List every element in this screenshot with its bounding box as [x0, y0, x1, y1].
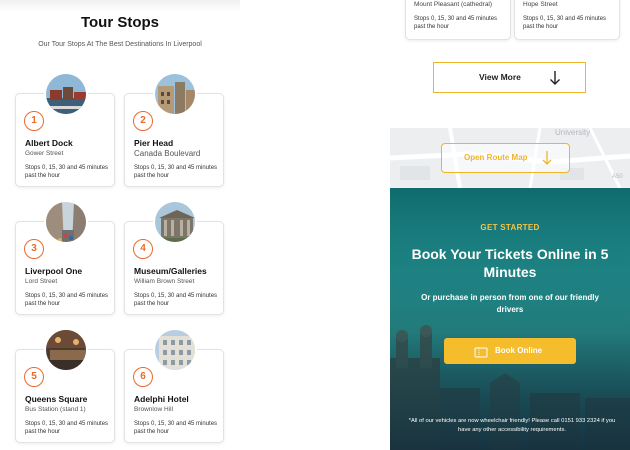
accessibility-note: *All of our vehicles are now wheelchair …	[408, 418, 616, 433]
stop-number-badge: 5	[24, 367, 44, 387]
albert-dock-photo	[44, 72, 88, 116]
hero-kicker: GET STARTED	[480, 223, 540, 232]
stop-name: Museum/Galleries	[134, 266, 207, 276]
stop-name: Liverpool One	[25, 266, 83, 276]
stop-number-badge: 1	[24, 111, 44, 131]
map-label-university: University	[555, 128, 591, 137]
stop-street: Canada Boulevard	[134, 149, 201, 158]
stop-name: Pier Head	[134, 138, 174, 148]
stop-times: Stops 0, 15, 30 and 45 minutes past the …	[523, 16, 607, 30]
tour-stops-title: Tour Stops	[80, 14, 160, 31]
open-route-map-button[interactable]: Open Route Map	[441, 143, 570, 173]
stop-street: Mount Pleasant (cathedral)	[414, 1, 493, 8]
top-fade	[0, 0, 240, 12]
view-more-button[interactable]: View More	[433, 62, 586, 93]
stop-street: William Brown Street	[134, 278, 195, 285]
route-map-label: Open Route Map	[464, 153, 528, 162]
book-online-button[interactable]: Book Online	[444, 338, 576, 364]
stop-name: Albert Dock	[25, 138, 73, 148]
book-online-label: Book Online	[495, 346, 543, 355]
view-more-label: View More	[479, 72, 521, 82]
stop-card-albert-dock[interactable]: 1 Albert Dock Gower Street Stops 0, 15, …	[15, 72, 115, 187]
hero-title: Book Your Tickets Online in 5 Minutes	[411, 246, 609, 280]
adelphi-hotel-photo	[153, 328, 197, 372]
stop-street: Gower Street	[25, 150, 64, 157]
stop-times: Stops 0, 15, 30 and 45 minutes past the …	[414, 16, 498, 30]
pier-head-photo	[153, 72, 197, 116]
stop-card-queens-square[interactable]: 5 Queens Square Bus Station (stand 1) St…	[15, 328, 115, 443]
booking-hero: GET STARTED Book Your Tickets Online in …	[390, 188, 630, 450]
stop-times: Stops 0, 15, 30 and 45 minutes past the …	[25, 421, 109, 435]
stop-street: Brownlow Hill	[134, 406, 174, 413]
stop-times: Stops 0, 15, 30 and 45 minutes past the …	[134, 165, 218, 179]
ticket-icon	[474, 345, 488, 363]
liverpool-one-photo	[44, 200, 88, 244]
stop-times: Stops 0, 15, 30 and 45 minutes past the …	[134, 293, 218, 307]
stop-times: Stops 0, 15, 30 and 45 minutes past the …	[134, 421, 218, 435]
stop-street: Bus Station (stand 1)	[25, 406, 86, 413]
stop-number-badge: 6	[133, 367, 153, 387]
stop-card-liverpool-one[interactable]: 3 Liverpool One Lord Street Stops 0, 15,…	[15, 200, 115, 315]
stop-number-badge: 3	[24, 239, 44, 259]
hero-subtitle: Or purchase in person from one of our fr…	[421, 293, 599, 314]
stop-times: Stops 0, 15, 30 and 45 minutes past the …	[25, 165, 109, 179]
museum-galleries-photo	[153, 200, 197, 244]
stop-card-adelphi-hotel[interactable]: 6 Adelphi Hotel Brownlow Hill Stops 0, 1…	[124, 328, 224, 443]
stop-card-mount-pleasant[interactable]: Mount Pleasant (cathedral) Stops 0, 15, …	[405, 0, 511, 40]
arrow-down-icon	[542, 150, 552, 171]
stop-street: Lord Street	[25, 278, 58, 285]
stop-name: Adelphi Hotel	[134, 394, 189, 404]
stop-number-badge: 4	[133, 239, 153, 259]
stop-times: Stops 0, 15, 30 and 45 minutes past the …	[25, 293, 109, 307]
stop-card-hope-street[interactable]: Hope Street Stops 0, 15, 30 and 45 minut…	[514, 0, 620, 40]
stop-card-pier-head[interactable]: 2 Pier Head Canada Boulevard Stops 0, 15…	[124, 72, 224, 187]
stop-number-badge: 2	[133, 111, 153, 131]
stop-street: Hope Street	[523, 1, 558, 8]
tour-stops-subtitle: Our Tour Stops At The Best Destinations …	[38, 41, 202, 48]
map-label-road: A50	[612, 174, 623, 180]
stop-name: Queens Square	[25, 394, 88, 404]
queens-square-photo	[44, 328, 88, 372]
arrow-down-icon	[549, 70, 561, 91]
stop-card-museum-galleries[interactable]: 4 Museum/Galleries William Brown Street …	[124, 200, 224, 315]
